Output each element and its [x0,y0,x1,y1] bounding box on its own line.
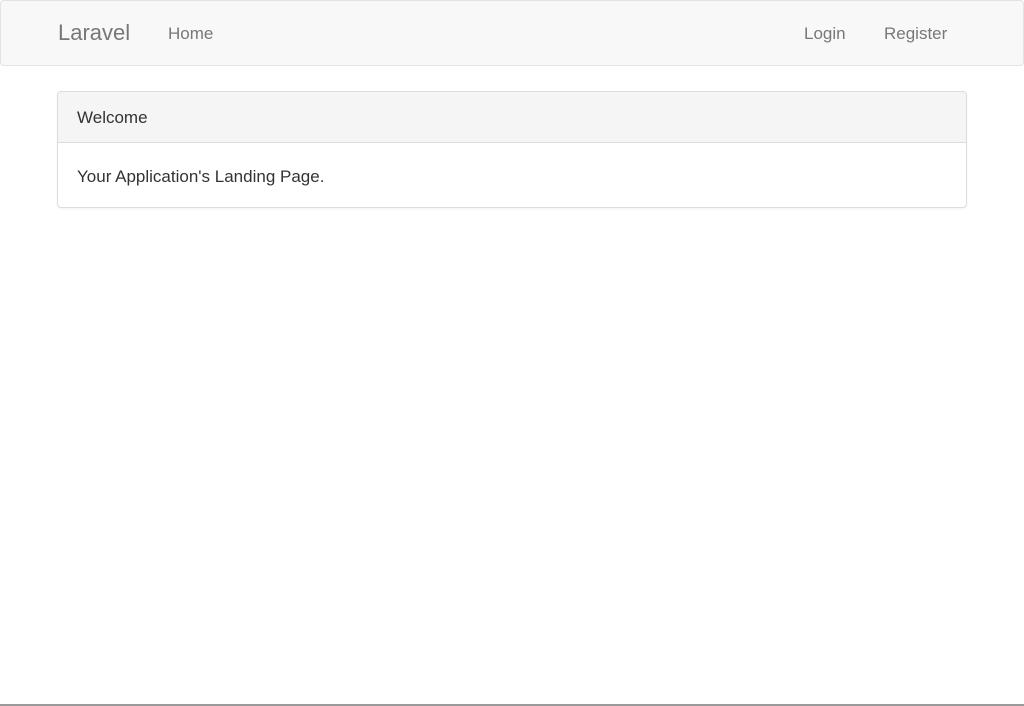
welcome-panel: Welcome Your Application's Landing Page. [57,91,967,208]
top-navbar: Laravel Home Login Register [0,0,1024,66]
nav-register-link[interactable]: Register [884,23,947,45]
panel-heading: Welcome [58,92,966,143]
brand-link[interactable]: Laravel [58,19,130,47]
nav-home-link[interactable]: Home [168,23,213,45]
panel-body-text: Your Application's Landing Page. [77,167,325,186]
nav-login-link[interactable]: Login [804,23,846,45]
